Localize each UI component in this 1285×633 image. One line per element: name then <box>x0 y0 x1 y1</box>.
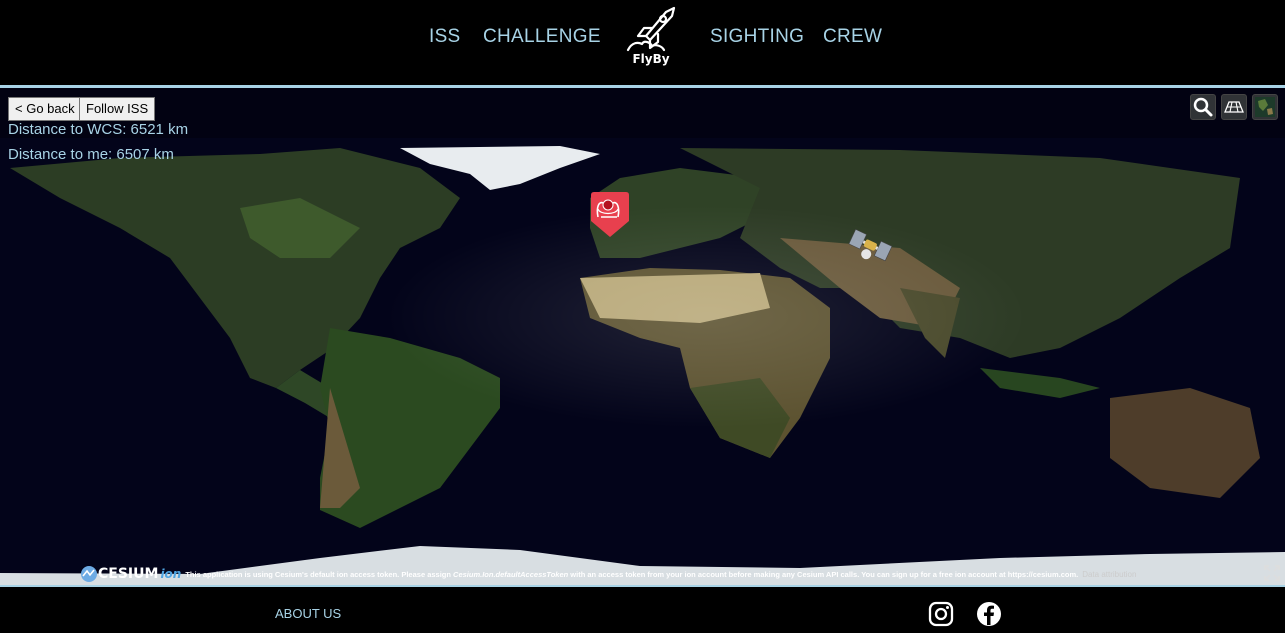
go-back-button[interactable]: < Go back <box>8 97 82 121</box>
cesium-credits: CESIUM ion This application is using Ces… <box>80 566 1136 582</box>
token-warning: This application is using Cesium's defau… <box>185 570 1078 579</box>
location-marker[interactable] <box>589 191 631 239</box>
cesium-logo[interactable]: CESIUM ion <box>80 565 181 583</box>
token-warning-part2: with an access token from your ion accou… <box>568 569 1079 579</box>
scene-mode-button[interactable] <box>1221 94 1247 120</box>
globe-icon <box>1255 97 1275 117</box>
fullscreen-icon[interactable] <box>1264 565 1280 581</box>
token-warning-part1: This application is using Cesium's defau… <box>185 569 454 579</box>
data-attribution-link[interactable]: Data attribution <box>1082 570 1136 579</box>
instagram-icon[interactable] <box>928 601 954 627</box>
top-navbar: ISS CHALLENGE FlyBy SIGHTING CREW <box>0 0 1285 88</box>
logo-text: FlyBy <box>632 52 670 66</box>
distance-me-label: Distance to me: 6507 km <box>8 146 174 163</box>
facebook-icon[interactable] <box>976 601 1002 627</box>
world-map[interactable] <box>0 88 1285 585</box>
token-warning-code: Cesium.Ion.defaultAccessToken <box>453 569 569 579</box>
nav-crew[interactable]: CREW <box>823 26 882 48</box>
iss-icon[interactable] <box>848 225 892 267</box>
grid-icon <box>1224 101 1244 113</box>
about-us-link[interactable]: ABOUT US <box>275 606 341 621</box>
nav-iss[interactable]: ISS <box>429 26 461 48</box>
flyby-logo[interactable]: FlyBy <box>622 6 680 70</box>
nav-challenge[interactable]: CHALLENGE <box>483 26 601 48</box>
follow-iss-button[interactable]: Follow ISS <box>79 97 156 121</box>
distance-wcs-label: Distance to WCS: 6521 km <box>8 121 189 138</box>
search-icon <box>1193 97 1213 117</box>
cesium-logo-text: CESIUM <box>98 566 159 582</box>
base-layer-button[interactable] <box>1252 94 1278 120</box>
cesium-logo-suffix: ion <box>160 567 182 581</box>
cesium-map-viewer[interactable]: < Go back Follow ISS Distance to WCS: 65… <box>0 88 1285 585</box>
cesium-logo-icon <box>81 566 97 582</box>
rocket-icon <box>626 6 676 52</box>
footer: ABOUT US <box>0 585 1285 633</box>
search-button[interactable] <box>1190 94 1216 120</box>
nav-sighting[interactable]: SIGHTING <box>710 26 804 48</box>
